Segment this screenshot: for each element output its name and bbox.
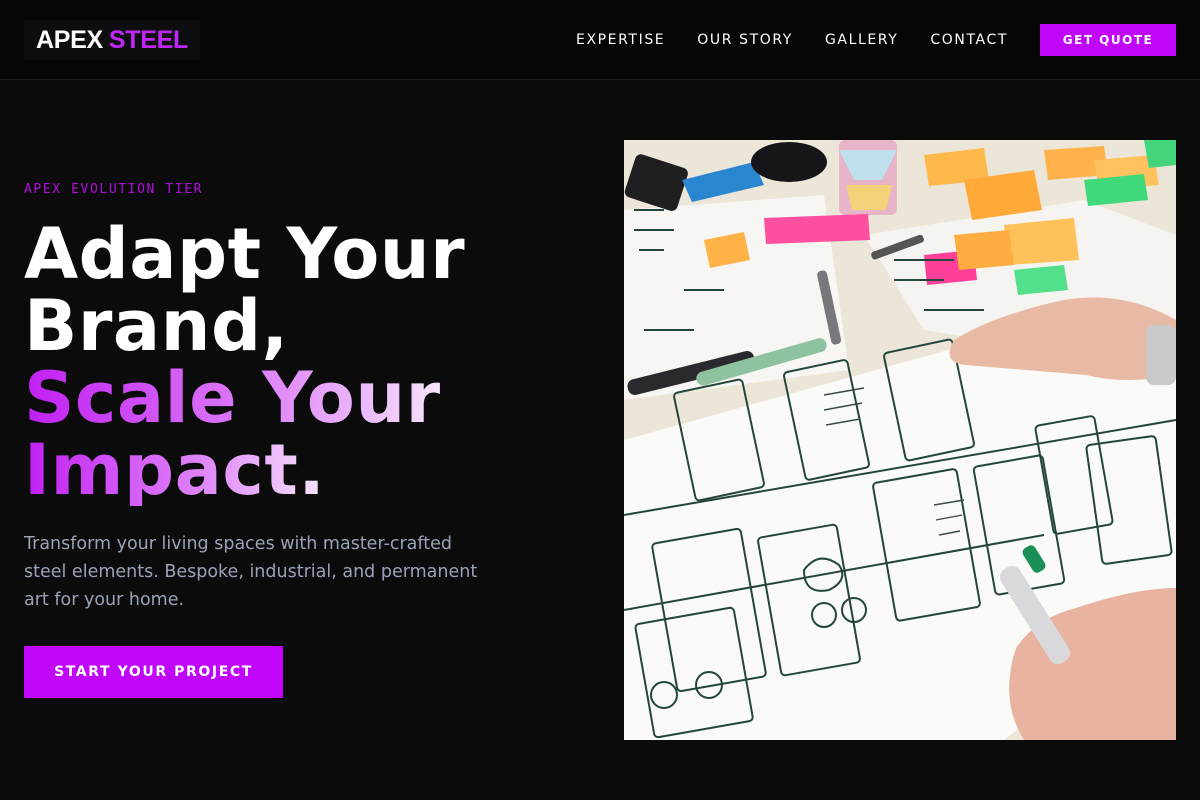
nav-link-gallery[interactable]: GALLERY <box>825 32 898 48</box>
headline-line-3: Scale Your <box>24 357 441 439</box>
headline-line-2: Brand, <box>24 285 289 367</box>
hero-eyebrow: APEX EVOLUTION TIER <box>24 182 204 197</box>
nav-link-expertise[interactable]: EXPERTISE <box>576 32 665 48</box>
headline-line-4: Impact. <box>24 429 326 511</box>
hero-headline: Adapt Your Brand, Scale Your Impact. <box>24 218 584 506</box>
get-quote-button[interactable]: GET QUOTE <box>1040 24 1176 56</box>
nav-link-our-story[interactable]: OUR STORY <box>697 32 793 48</box>
logo-word-steel: STEEL <box>108 25 188 54</box>
site-header: APEX STEEL EXPERTISE OUR STORY GALLERY C… <box>0 0 1200 80</box>
main-nav: EXPERTISE OUR STORY GALLERY CONTACT GET … <box>576 0 1176 80</box>
nav-link-contact[interactable]: CONTACT <box>930 32 1008 48</box>
start-project-button[interactable]: START YOUR PROJECT <box>24 646 283 698</box>
logo[interactable]: APEX STEEL <box>24 20 200 60</box>
headline-line-1: Adapt Your <box>24 213 466 295</box>
logo-word-apex: APEX <box>36 25 103 54</box>
hero-lead-text: Transform your living spaces with master… <box>24 534 478 610</box>
hero-image <box>624 140 1176 740</box>
